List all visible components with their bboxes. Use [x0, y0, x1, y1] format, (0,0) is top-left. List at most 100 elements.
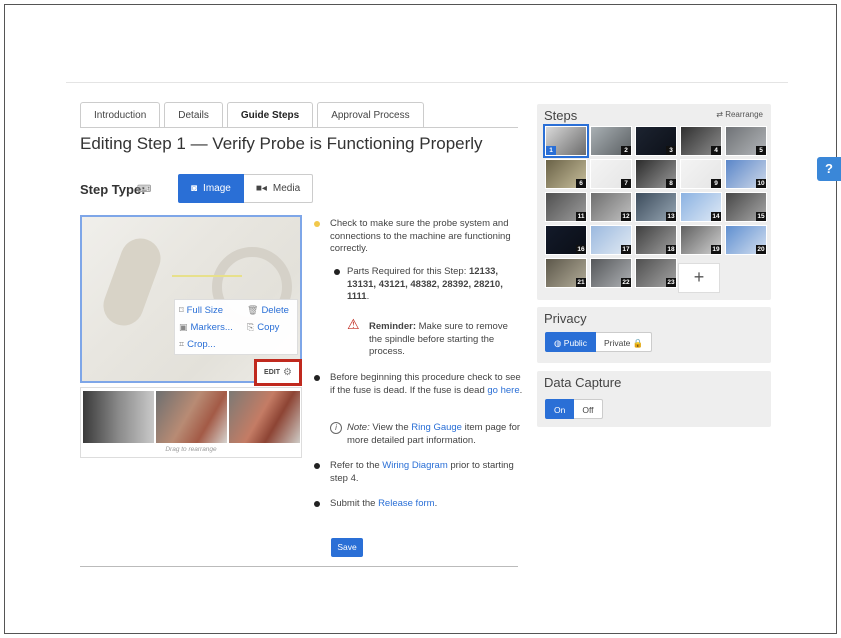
step-thumbnail[interactable]: 18 [635, 225, 677, 255]
bullet-line: Refer to the Wiring Diagram prior to sta… [330, 460, 520, 485]
crop-icon: ⌗ [179, 339, 185, 349]
tab-details[interactable]: Details [164, 102, 223, 128]
step-thumbnail[interactable]: 20 [725, 225, 767, 255]
step-number-label: 6 [576, 179, 586, 188]
step-thumbnail[interactable]: 10 [725, 159, 767, 189]
tab-approval-process[interactable]: Approval Process [317, 102, 424, 128]
tab-bar: Introduction Details Guide Steps Approva… [80, 102, 424, 128]
step-number-label: 15 [756, 212, 766, 221]
image-thumbnail[interactable] [83, 391, 154, 443]
step-number-label: 2 [621, 146, 631, 155]
step-thumbnail[interactable]: 9 [680, 159, 722, 189]
steps-panel-title: Steps [544, 108, 578, 123]
step-number-label: 9 [711, 179, 721, 188]
step-thumbnail[interactable]: 23 [635, 258, 677, 288]
wiring-diagram-link[interactable]: Wiring Diagram [382, 460, 447, 471]
step-thumbnail[interactable]: 4 [680, 126, 722, 156]
bullet-yellow-icon [314, 221, 320, 227]
rearrange-button[interactable]: ⇄ Rearrange [716, 110, 763, 119]
step-thumbnail[interactable]: 11 [545, 192, 587, 222]
step-thumbnail[interactable]: 7 [590, 159, 632, 189]
step-number-label: 10 [756, 179, 766, 188]
bullet-black-icon [314, 463, 320, 469]
main-step-image[interactable]: ⌑ Full Size 🗑 Delete ▣ Markers... ⎘ Copy… [80, 215, 302, 383]
step-thumbnail[interactable]: 16 [545, 225, 587, 255]
step-number-label: 19 [711, 245, 721, 254]
step-thumbnail[interactable]: 15 [725, 192, 767, 222]
note-pre: View the [369, 422, 412, 433]
markers-label: Markers... [190, 322, 233, 333]
private-label: Private [603, 338, 631, 348]
tab-divider [80, 127, 518, 128]
step-number-label: 7 [621, 179, 631, 188]
bullet-line: Check to make sure the probe system and … [330, 218, 511, 254]
reminder-text: Reminder: Make sure to remove the spindl… [369, 321, 523, 359]
crop-menu-item[interactable]: ⌗ Crop... [179, 339, 216, 350]
step-thumbnail[interactable]: 19 [680, 225, 722, 255]
step-thumbnail[interactable]: 3 [635, 126, 677, 156]
step-number-label: 14 [711, 212, 721, 221]
full-size-menu-item[interactable]: ⌑ Full Size [179, 305, 223, 316]
data-capture-off-button[interactable]: Off [574, 399, 603, 419]
copy-label: Copy [257, 322, 280, 333]
bullet-black-icon [314, 375, 320, 381]
step-type-media-button[interactable]: ■◂ Media [243, 174, 314, 203]
image-option-label: Image [203, 182, 231, 194]
privacy-title: Privacy [544, 311, 587, 326]
public-button[interactable]: ◍ Public [545, 332, 596, 352]
step-thumbnail[interactable]: 13 [635, 192, 677, 222]
add-step-button[interactable]: + [678, 263, 720, 293]
step-thumbnail[interactable]: 12 [590, 192, 632, 222]
step-thumbnail[interactable]: 1 [543, 124, 589, 158]
tab-guide-steps[interactable]: Guide Steps [226, 102, 314, 128]
globe-icon: ◍ [554, 338, 562, 348]
note-label: Note: [347, 422, 370, 433]
step-number-label: 4 [711, 146, 721, 155]
image-thumbnail[interactable] [229, 391, 300, 443]
delete-menu-item[interactable]: 🗑 Delete [247, 305, 289, 316]
edit-label: EDIT [264, 369, 280, 376]
step-number-label: 17 [621, 245, 631, 254]
tab-introduction[interactable]: Introduction [80, 102, 161, 128]
step-number-label: 1 [546, 146, 556, 155]
full-size-label: Full Size [186, 305, 224, 316]
step-thumbnail[interactable]: 17 [590, 225, 632, 255]
public-label: Public [563, 338, 587, 348]
delete-label: Delete [261, 305, 289, 316]
copy-icon: ⎘ [247, 322, 255, 332]
parts-prefix: Parts Required for this Step: [347, 266, 469, 277]
step-type-image-button[interactable]: ◙ Image [178, 174, 244, 203]
data-capture-on-button[interactable]: On [545, 399, 575, 419]
ring-gauge-link[interactable]: Ring Gauge [411, 422, 462, 433]
image-thumbnail[interactable] [156, 391, 227, 443]
step-thumbnail[interactable]: 21 [545, 258, 587, 288]
step-thumbnail[interactable]: 8 [635, 159, 677, 189]
step-number-label: 18 [666, 245, 676, 254]
step-number-label: 3 [666, 146, 676, 155]
gear-icon: ⚙ [282, 367, 292, 378]
help-button[interactable]: ? [817, 157, 841, 181]
release-post: . [434, 498, 438, 509]
step-type-label: Step Type: [80, 182, 146, 197]
release-form-link[interactable]: Release form [378, 498, 435, 509]
step-thumbnail[interactable]: 14 [680, 192, 722, 222]
bullet-line: Parts Required for this Step: 12133, 131… [347, 266, 519, 304]
markers-menu-item[interactable]: ▣ Markers... [179, 322, 233, 333]
step-number-label: 8 [666, 179, 676, 188]
note-text: Note: View the Ring Gauge item page for … [347, 422, 525, 447]
rearrange-icon: ⇄ [716, 110, 723, 119]
image-thumbnail-strip: Drag to rearrange [80, 387, 302, 458]
probe-shape [97, 232, 167, 332]
keyboard-icon: ⌨ [137, 184, 152, 195]
step-thumbnail[interactable]: 5 [725, 126, 767, 156]
save-button[interactable]: Save [331, 538, 363, 557]
step-thumbnail[interactable]: 6 [545, 159, 587, 189]
edit-image-button[interactable]: EDIT ⚙ [254, 359, 302, 386]
step-thumbnail[interactable]: 2 [590, 126, 632, 156]
step-number-label: 12 [621, 212, 631, 221]
copy-menu-item[interactable]: ⎘ Copy [247, 322, 279, 333]
step-thumbnail[interactable]: 22 [590, 258, 632, 288]
go-here-link[interactable]: go here [487, 385, 519, 396]
private-button[interactable]: Private 🔒 [595, 332, 653, 352]
step-number-label: 22 [621, 278, 631, 287]
